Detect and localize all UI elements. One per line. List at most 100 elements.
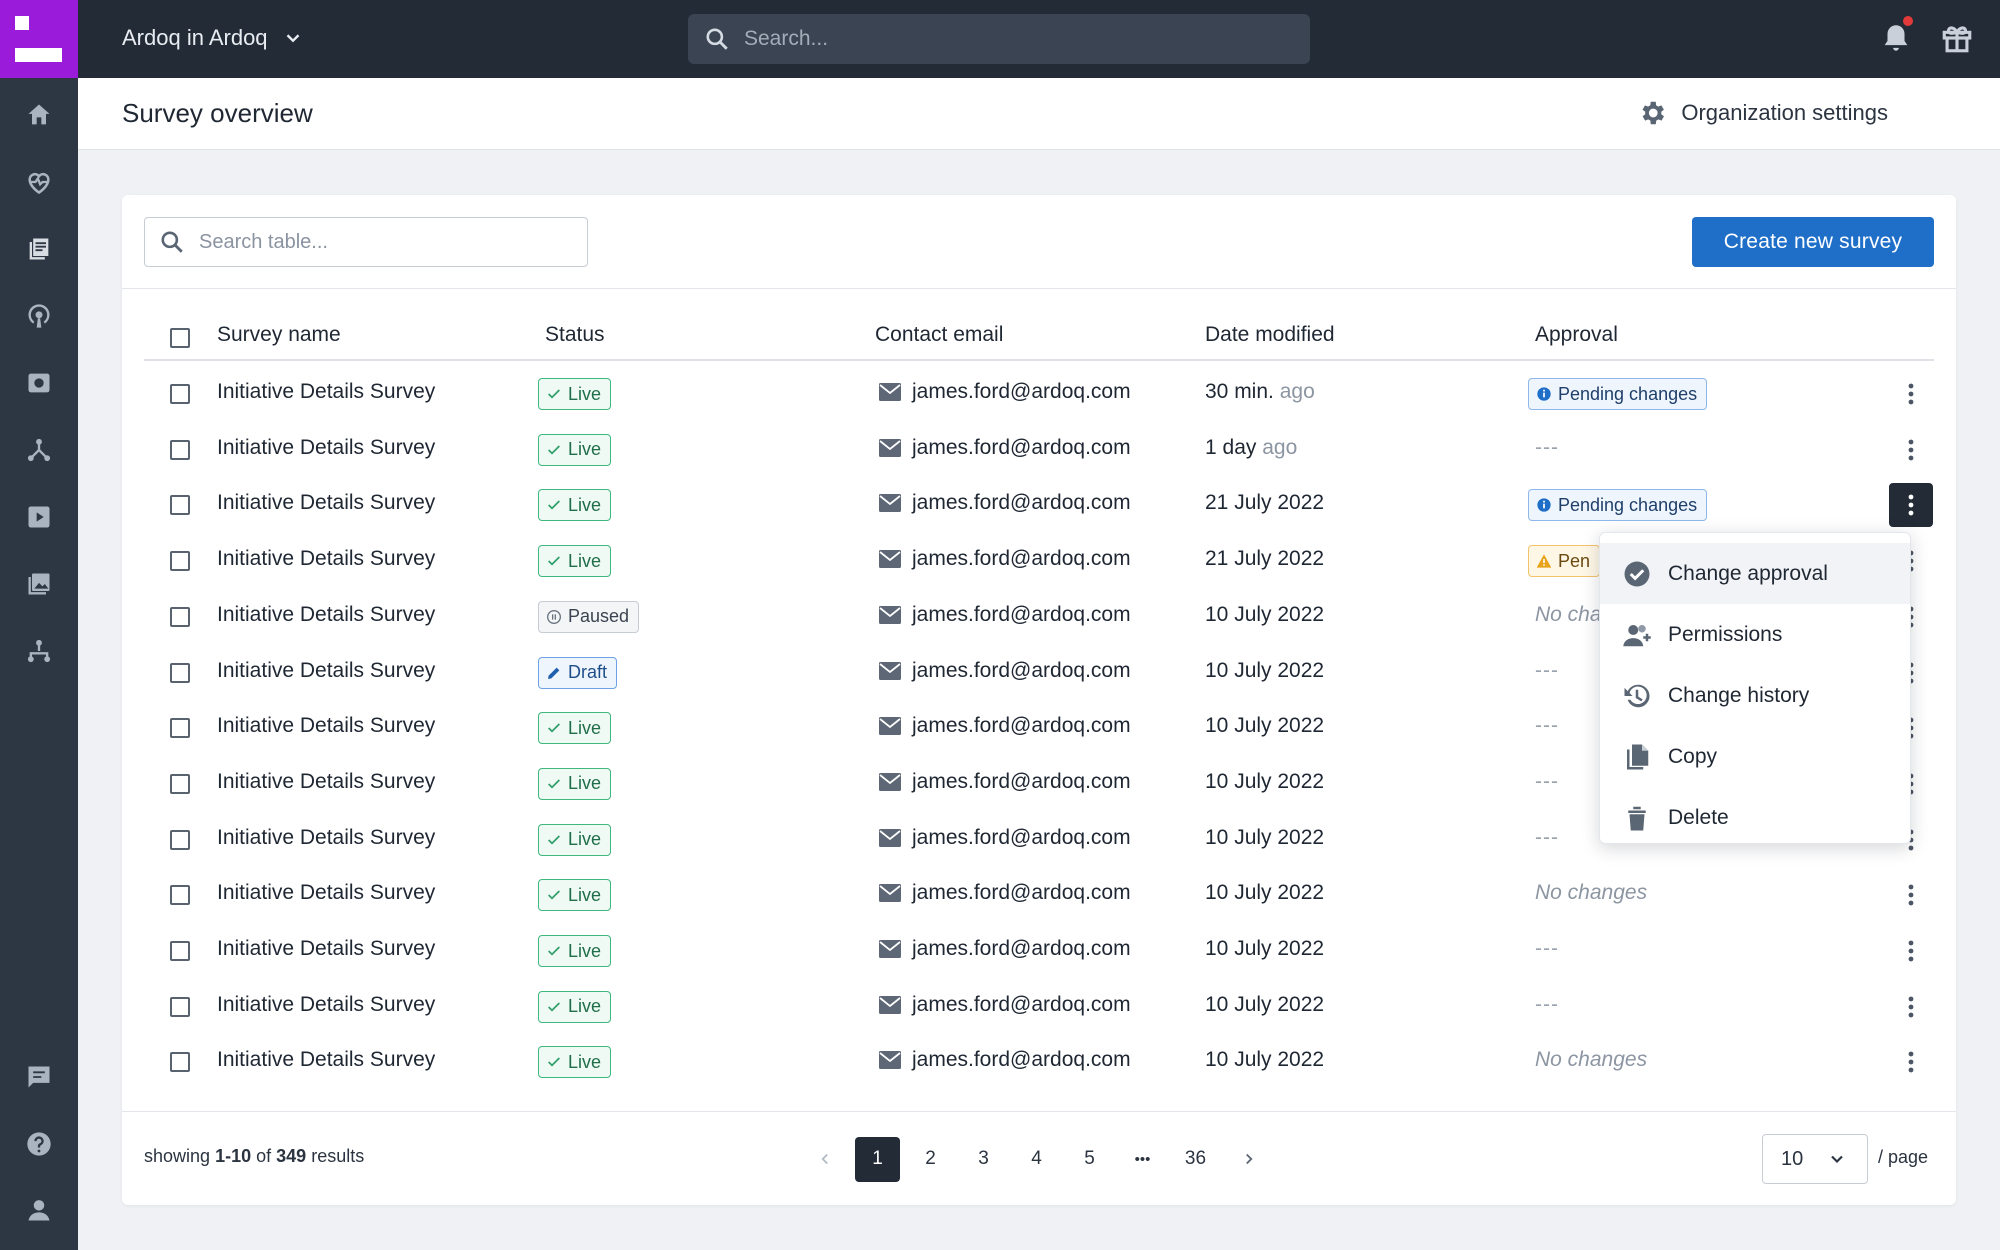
next-page-button[interactable] — [1226, 1137, 1271, 1182]
column-header-contact-email[interactable]: Contact email — [875, 323, 1003, 347]
row-checkbox[interactable] — [170, 773, 190, 794]
survey-name[interactable]: Initiative Details Survey — [217, 881, 435, 905]
status-badge: Draft — [538, 656, 618, 689]
contact-email[interactable]: james.ford@ardoq.com — [878, 1048, 1131, 1072]
contact-email[interactable]: james.ford@ardoq.com — [878, 770, 1131, 794]
survey-name[interactable]: Initiative Details Survey — [217, 993, 435, 1017]
menu-item-change-approval[interactable]: Change approval — [1600, 543, 1910, 604]
global-search[interactable]: Search... — [688, 14, 1310, 64]
row-checkbox[interactable] — [170, 885, 190, 906]
survey-name[interactable]: Initiative Details Survey — [217, 380, 435, 404]
row-checkbox[interactable] — [170, 718, 190, 739]
home-icon[interactable] — [23, 99, 55, 131]
survey-name[interactable]: Initiative Details Survey — [217, 937, 435, 961]
row-actions-button[interactable] — [1901, 878, 1921, 912]
table-row[interactable]: Initiative Details Survey Live james.ford@… — [144, 979, 1934, 1035]
contact-email[interactable]: james.ford@ardoq.com — [878, 937, 1131, 961]
video-icon[interactable] — [23, 501, 55, 533]
gift-icon[interactable] — [1940, 20, 1974, 56]
row-checkbox[interactable] — [170, 551, 190, 572]
chat-icon[interactable] — [23, 1061, 55, 1093]
mail-icon — [879, 383, 901, 401]
row-checkbox[interactable] — [170, 996, 190, 1017]
broadcast-icon[interactable] — [23, 300, 55, 332]
survey-name[interactable]: Initiative Details Survey — [217, 603, 435, 627]
surveys-icon[interactable] — [23, 233, 55, 265]
row-actions-button[interactable] — [1901, 377, 1921, 411]
survey-name[interactable]: Initiative Details Survey — [217, 770, 435, 794]
contact-email[interactable]: james.ford@ardoq.com — [878, 714, 1131, 738]
hierarchy-icon[interactable] — [23, 635, 55, 667]
notifications-bell-icon[interactable] — [1879, 16, 1913, 56]
page-1-button[interactable]: 1 — [855, 1136, 900, 1182]
graph-icon[interactable] — [23, 434, 55, 466]
contact-email[interactable]: james.ford@ardoq.com — [878, 603, 1131, 627]
column-header-status[interactable]: Status — [545, 323, 605, 347]
contact-email[interactable]: james.ford@ardoq.com — [878, 547, 1131, 571]
page-5-button[interactable]: 5 — [1067, 1137, 1112, 1182]
workspace-switcher[interactable]: Ardoq in Ardoq — [122, 25, 304, 51]
gallery-icon[interactable] — [23, 568, 55, 600]
menu-item-change-history[interactable]: Change history — [1600, 665, 1910, 726]
table-search-input[interactable] — [199, 230, 559, 254]
select-all-checkbox[interactable] — [170, 328, 190, 348]
table-row[interactable]: Initiative Details Survey Live james.ford@… — [144, 1034, 1934, 1090]
activity-icon[interactable] — [23, 166, 55, 198]
table-row[interactable]: Initiative Details Survey Live james.ford@… — [144, 366, 1934, 422]
page-3-button[interactable]: 3 — [961, 1137, 1006, 1182]
table-row[interactable]: Initiative Details Survey Live james.ford@… — [144, 923, 1934, 979]
user-icon[interactable] — [23, 1194, 55, 1226]
contact-email[interactable]: james.ford@ardoq.com — [878, 380, 1131, 404]
column-header-date-modified[interactable]: Date modified — [1205, 323, 1335, 347]
page-2-button[interactable]: 2 — [908, 1137, 953, 1182]
survey-name[interactable]: Initiative Details Survey — [217, 547, 435, 571]
row-checkbox[interactable] — [170, 941, 190, 961]
approval-badge[interactable]: Pending changes — [1528, 489, 1708, 522]
row-checkbox[interactable] — [170, 829, 190, 850]
table-row[interactable]: Initiative Details Survey Live james.ford@… — [144, 867, 1934, 923]
contact-email[interactable]: james.ford@ardoq.com — [878, 491, 1131, 515]
prev-page-button[interactable] — [802, 1137, 847, 1182]
column-header-approval[interactable]: Approval — [1535, 323, 1618, 347]
survey-name[interactable]: Initiative Details Survey — [217, 714, 435, 738]
contact-email[interactable]: james.ford@ardoq.com — [878, 436, 1131, 460]
row-actions-button[interactable] — [1889, 483, 1933, 528]
survey-name[interactable]: Initiative Details Survey — [217, 826, 435, 850]
survey-name[interactable]: Initiative Details Survey — [217, 436, 435, 460]
row-actions-button[interactable] — [1901, 934, 1921, 968]
row-checkbox[interactable] — [170, 1052, 190, 1073]
menu-item-copy[interactable]: Copy — [1600, 726, 1910, 787]
row-actions-button[interactable] — [1901, 1045, 1921, 1079]
row-actions-button[interactable] — [1901, 990, 1921, 1024]
column-header-survey-name[interactable]: Survey name — [217, 323, 341, 347]
organization-settings-button[interactable]: Organization settings — [1637, 98, 1888, 128]
ardoq-logo[interactable] — [0, 0, 78, 78]
menu-item-permissions[interactable]: Permissions — [1600, 604, 1910, 665]
table-search[interactable] — [144, 217, 588, 267]
table-row[interactable]: Initiative Details Survey Live james.ford@… — [144, 477, 1934, 533]
page-size-select[interactable]: 10 — [1762, 1134, 1868, 1184]
contact-email[interactable]: james.ford@ardoq.com — [878, 826, 1131, 850]
row-checkbox[interactable] — [170, 662, 190, 683]
table-row[interactable]: Initiative Details Survey Live james.ford@… — [144, 422, 1934, 478]
page-4-button[interactable]: 4 — [1014, 1137, 1059, 1182]
help-icon[interactable] — [23, 1128, 55, 1160]
row-checkbox[interactable] — [170, 384, 190, 404]
menu-item-delete[interactable]: Delete — [1600, 787, 1910, 848]
presentation-icon[interactable] — [23, 367, 55, 399]
row-actions-button[interactable] — [1901, 433, 1921, 467]
survey-name[interactable]: Initiative Details Survey — [217, 491, 435, 515]
create-new-survey-button[interactable]: Create new survey — [1692, 217, 1934, 267]
row-checkbox[interactable] — [170, 606, 190, 627]
row-checkbox[interactable] — [170, 495, 190, 516]
survey-name[interactable]: Initiative Details Survey — [217, 659, 435, 683]
approval-badge[interactable]: Pending changes — [1528, 378, 1708, 410]
contact-email[interactable]: james.ford@ardoq.com — [878, 993, 1131, 1017]
row-checkbox[interactable] — [170, 439, 190, 460]
approval-badge[interactable]: Pen — [1528, 545, 1601, 578]
contact-email[interactable]: james.ford@ardoq.com — [878, 659, 1131, 683]
page-36-button[interactable]: 36 — [1173, 1137, 1218, 1182]
survey-name[interactable]: Initiative Details Survey — [217, 1048, 435, 1072]
page-ellipsis[interactable]: ••• — [1120, 1137, 1165, 1182]
contact-email[interactable]: james.ford@ardoq.com — [878, 881, 1131, 905]
